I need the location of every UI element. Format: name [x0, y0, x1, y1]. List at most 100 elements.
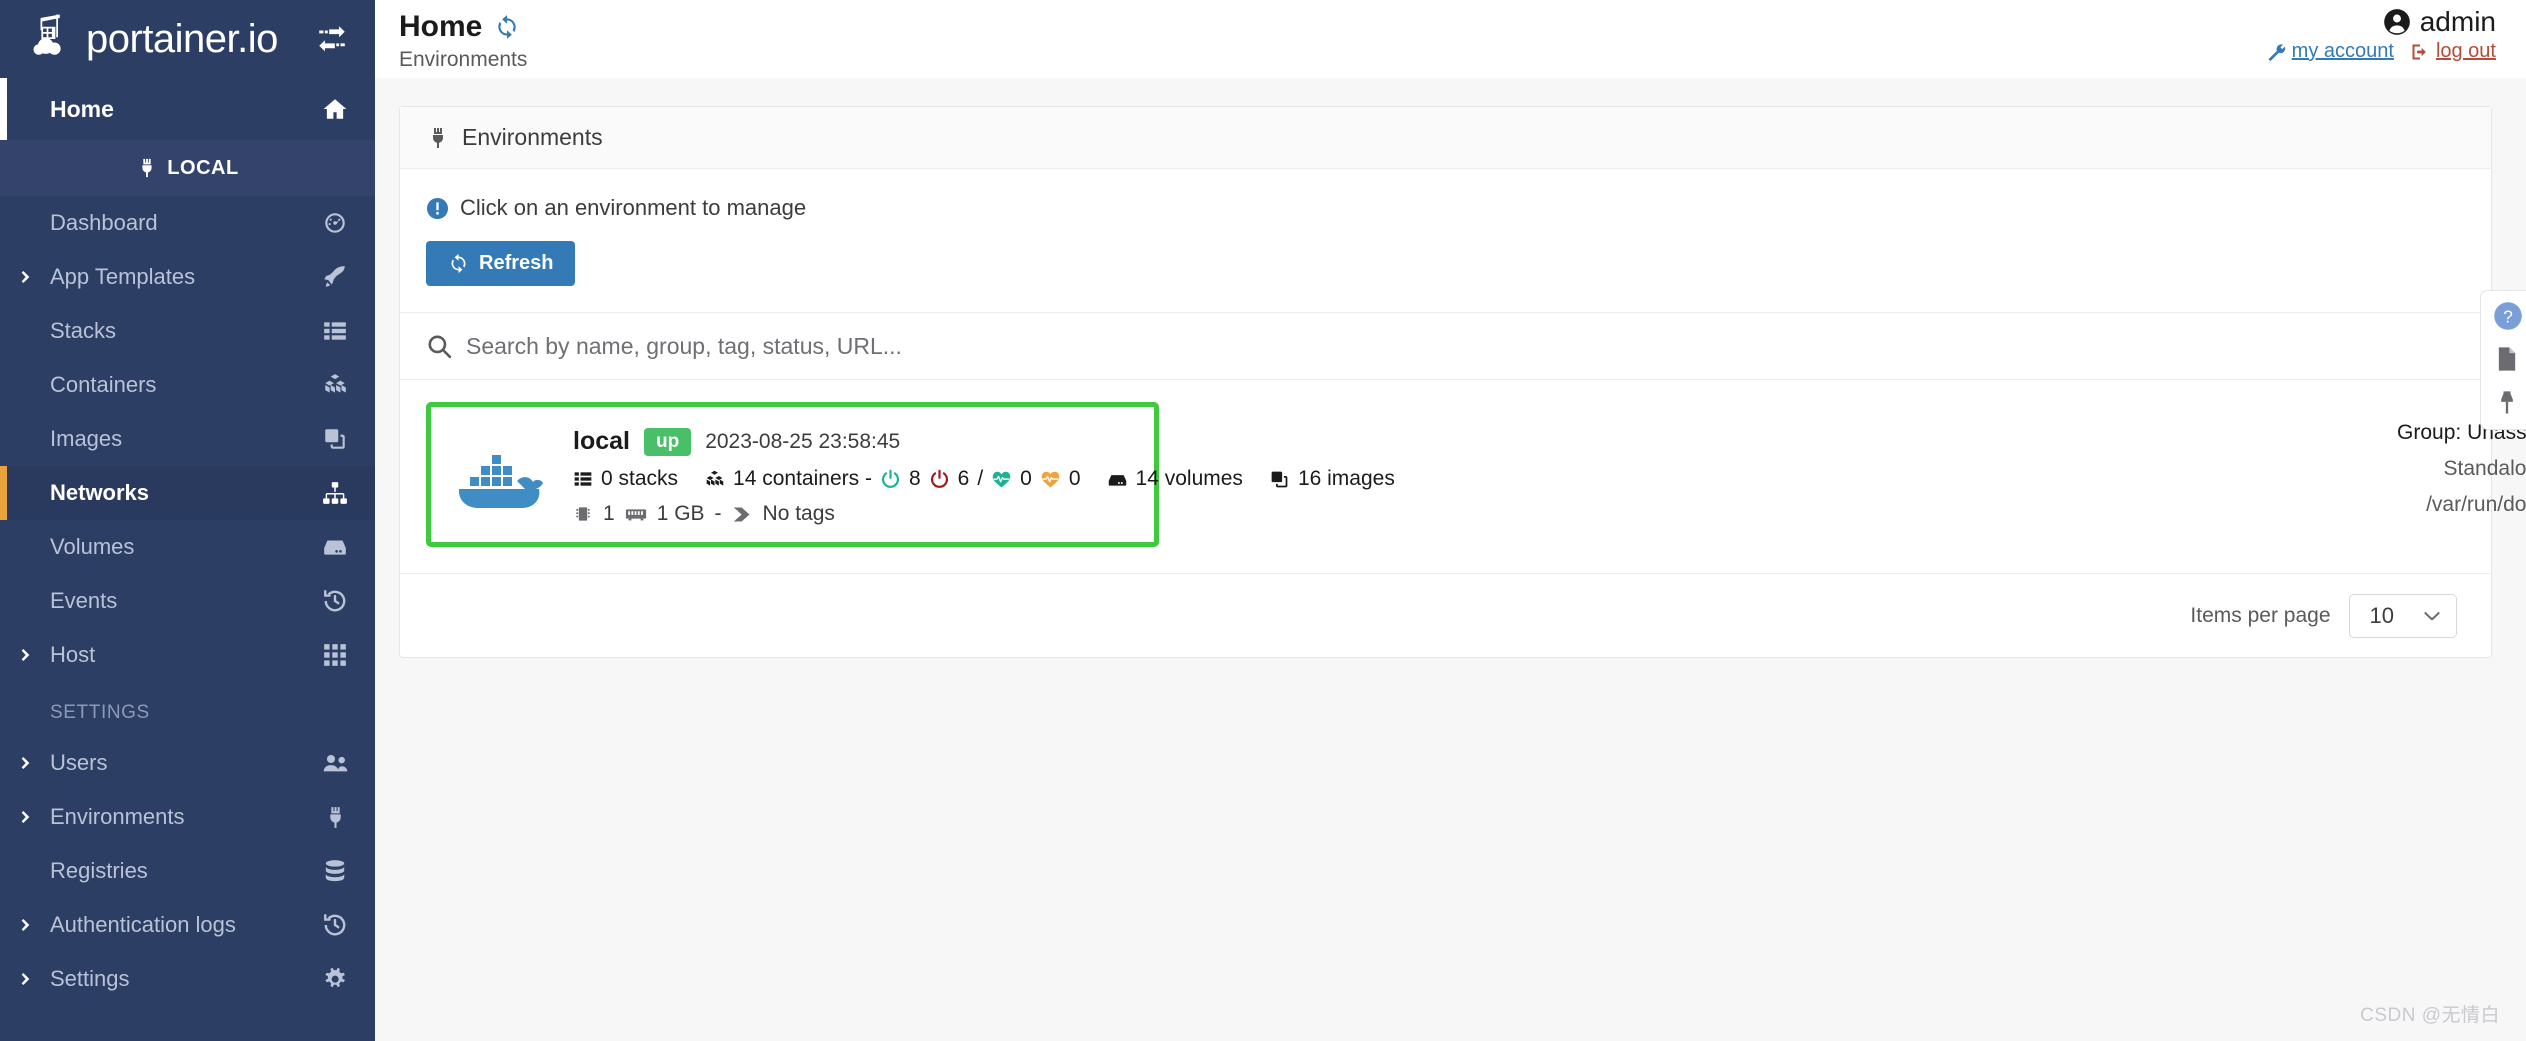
sidebar-item-environments[interactable]: Environments: [0, 790, 375, 844]
sidebar-item-label: Volumes: [50, 534, 135, 559]
cubes-icon: [321, 371, 349, 399]
sidebar-item-events[interactable]: Events: [0, 574, 375, 628]
images-count: 16 images: [1297, 467, 1395, 490]
svg-text:?: ?: [2503, 306, 2513, 326]
chevron-right-icon: [18, 917, 34, 933]
sidebar-item-label: Settings: [50, 966, 130, 991]
sidebar-item-label: App Templates: [50, 264, 196, 289]
gauge-icon: [321, 209, 349, 237]
hdd-icon: [321, 533, 349, 561]
items-per-page-select[interactable]: 10: [2348, 593, 2457, 638]
meta-separator: -: [714, 502, 722, 525]
environment-socket: /var/run/docker.sock: [2426, 493, 2526, 516]
help-circle-icon[interactable]: ?: [2493, 301, 2523, 331]
info-message: Click on an environment to manage: [426, 195, 2465, 221]
chevron-right-icon: [18, 809, 34, 825]
collapse-arrows-icon[interactable]: [315, 22, 349, 56]
environment-stats: 0 stacks 14 containers - 8 6 / 0 0 14 vo…: [573, 467, 1395, 491]
my-account-link[interactable]: my account: [2266, 40, 2394, 63]
memory-icon: [625, 503, 647, 525]
cpu-count: 1: [603, 502, 615, 525]
sidebar-item-label: Dashboard: [50, 210, 158, 235]
sidebar-item-users[interactable]: Users: [0, 736, 375, 790]
sidebar-item-volumes[interactable]: Volumes: [0, 520, 375, 574]
refresh-button[interactable]: Refresh: [426, 241, 576, 286]
sidebar-item-home[interactable]: Home: [0, 78, 375, 140]
layers-list-icon: [321, 317, 349, 345]
environment-version: Standalone 24.0.5: [2443, 457, 2526, 480]
sidebar-item-dashboard[interactable]: Dashboard: [0, 196, 375, 250]
stopped-count: 6: [957, 467, 970, 490]
search-bar[interactable]: [400, 312, 2491, 380]
stat-stacks: 0 stacks: [573, 467, 678, 491]
history-clock-icon: [321, 911, 349, 939]
sidebar-item-label: Users: [50, 750, 108, 775]
page-subtitle: Environments: [399, 48, 528, 71]
refresh-button-label: Refresh: [479, 252, 554, 274]
sidebar-local-label: LOCAL: [167, 156, 239, 179]
logout-icon: [2410, 42, 2430, 62]
copy-stack-icon: [321, 425, 349, 453]
sidebar-item-images[interactable]: Images: [0, 412, 375, 466]
sidebar: portainer.io Home LOCAL Dashboard App Te…: [0, 0, 375, 1041]
environment-timestamp: 2023-08-25 23:58:45: [705, 429, 901, 453]
sidebar-item-app-templates[interactable]: App Templates: [0, 250, 375, 304]
pin-icon[interactable]: [2493, 389, 2523, 419]
cubes-icon: [704, 469, 725, 490]
environments-panel: Environments Click on an environment to …: [399, 106, 2526, 658]
environment-card-local[interactable]: local up 2023-08-25 23:58:45 0 stacks 14…: [426, 402, 2526, 547]
document-icon[interactable]: [2493, 345, 2523, 375]
wrench-icon: [2266, 42, 2286, 62]
sidebar-item-label: Home: [50, 95, 114, 122]
sidebar-item-label: Host: [50, 642, 96, 667]
environment-name: local: [573, 427, 630, 455]
user-identity: admin: [2383, 6, 2496, 38]
history-clock-icon: [321, 587, 349, 615]
sitemap-icon: [321, 479, 349, 507]
brand-logo[interactable]: portainer.io: [0, 0, 375, 78]
users-icon: [321, 749, 349, 777]
sidebar-item-settings[interactable]: Settings: [0, 952, 375, 1006]
docker-whale-icon: [455, 423, 573, 526]
logout-link[interactable]: log out: [2410, 40, 2496, 63]
sidebar-item-label: Networks: [50, 480, 150, 505]
volumes-count: 14 volumes: [1135, 467, 1243, 490]
edge-widget-strip: ?: [2480, 290, 2526, 430]
sidebar-item-networks[interactable]: Networks: [0, 466, 375, 520]
refresh-icon: [448, 253, 469, 274]
my-account-label: my account: [2291, 40, 2394, 62]
sidebar-item-registries[interactable]: Registries: [0, 844, 375, 898]
chevron-right-icon: [18, 755, 34, 771]
main-content: Home Environments admin my account log o…: [375, 0, 2526, 1041]
user-circle-icon: [2383, 8, 2411, 36]
refresh-icon[interactable]: [494, 14, 520, 40]
power-off-icon: [929, 469, 950, 490]
gears-icon: [321, 965, 349, 993]
separator: /: [977, 467, 984, 490]
pagination-bar: Items per page 10: [400, 573, 2491, 657]
page-title: Home: [399, 10, 483, 43]
stat-volumes: 14 volumes: [1107, 467, 1243, 491]
panel-header: Environments: [400, 107, 2491, 169]
stacks-count: 0 stacks: [601, 467, 679, 490]
tags-label: No tags: [762, 502, 835, 525]
plug-icon: [426, 126, 450, 150]
sidebar-item-label: Registries: [50, 858, 148, 883]
page-header: Home Environments: [399, 10, 527, 72]
chevron-right-icon: [18, 269, 34, 285]
sidebar-item-host[interactable]: Host: [0, 628, 375, 682]
app-root: portainer.io Home LOCAL Dashboard App Te…: [0, 0, 2526, 1041]
info-text: Click on an environment to manage: [460, 195, 807, 220]
items-per-page-value: 10: [2369, 602, 2394, 628]
status-badge: up: [643, 427, 692, 456]
top-bar: Home Environments admin my account log o…: [375, 0, 2526, 78]
search-input[interactable]: [466, 332, 2465, 360]
sidebar-item-label: Stacks: [50, 318, 117, 343]
sidebar-item-containers[interactable]: Containers: [0, 358, 375, 412]
sidebar-item-stacks[interactable]: Stacks: [0, 304, 375, 358]
chevron-right-icon: [18, 971, 34, 987]
sidebar-item-authentication-logs[interactable]: Authentication logs: [0, 898, 375, 952]
cpu-icon: [573, 504, 593, 524]
heartbeat-orange-icon: [1040, 469, 1061, 490]
user-area: admin my account log out: [2266, 6, 2496, 63]
